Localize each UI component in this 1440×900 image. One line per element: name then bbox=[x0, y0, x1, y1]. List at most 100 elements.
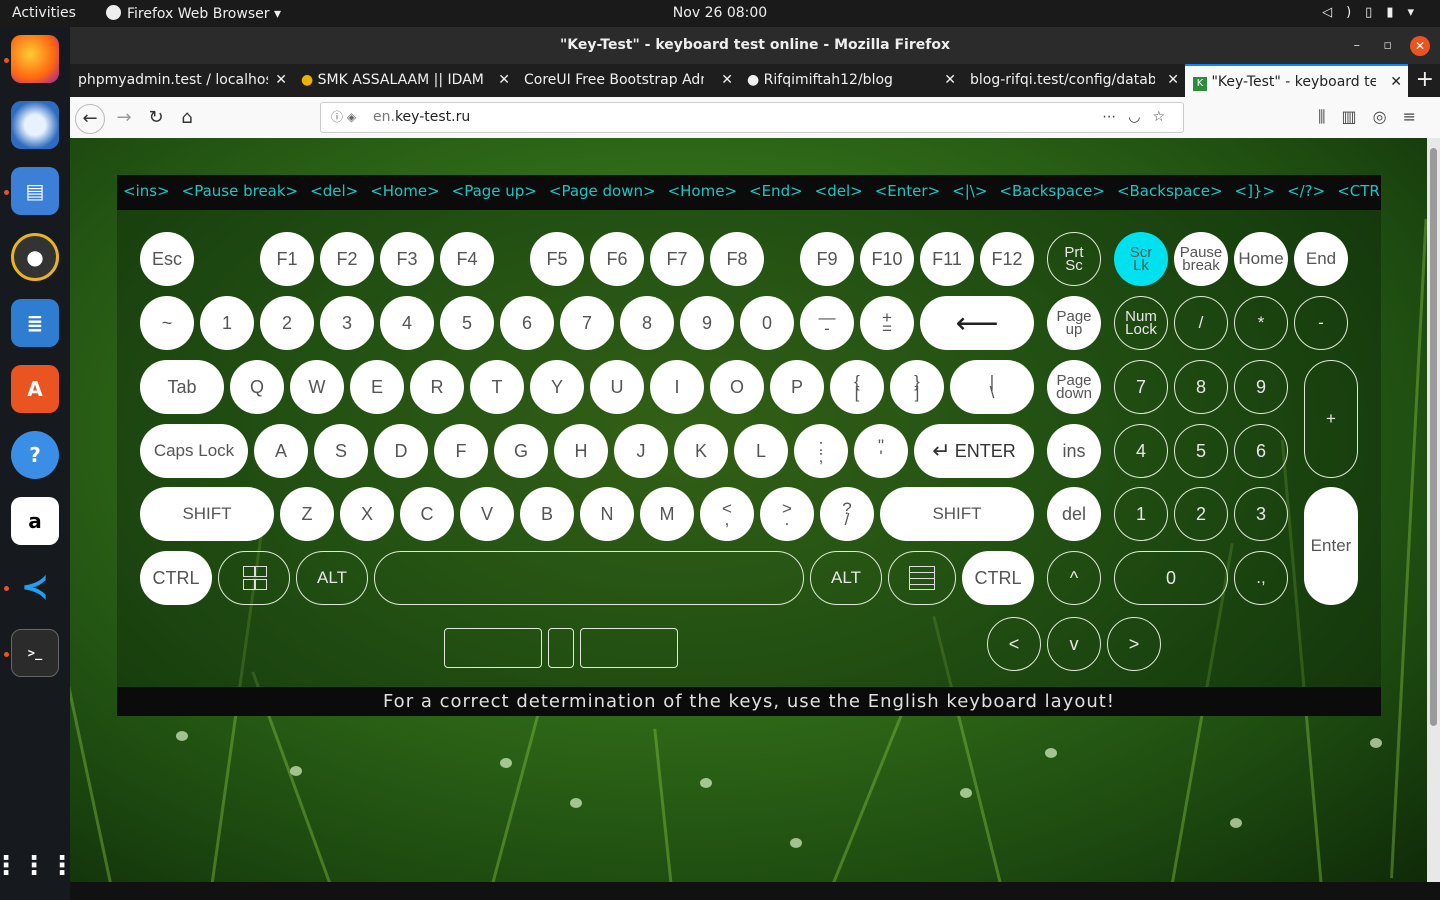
key-numpad-add[interactable]: + bbox=[1304, 360, 1358, 478]
key-g[interactable]: G bbox=[494, 424, 548, 478]
software-center-icon[interactable]: A bbox=[11, 365, 59, 413]
key-right-ctrl[interactable]: CTRL bbox=[962, 551, 1034, 605]
key-t[interactable]: T bbox=[470, 360, 524, 414]
tab-active[interactable]: K "Key-Test" - keyboard test ✕ bbox=[1185, 64, 1408, 97]
close-window-icon[interactable]: ✕ bbox=[1410, 36, 1430, 56]
key-i[interactable]: I bbox=[650, 360, 704, 414]
key-numlock[interactable]: Num Lock bbox=[1114, 296, 1168, 350]
key-pageup[interactable]: Page up bbox=[1047, 296, 1101, 350]
terminal-icon[interactable]: >_ bbox=[11, 629, 59, 677]
key-numpad-7[interactable]: 7 bbox=[1114, 360, 1168, 414]
key-numpad-3[interactable]: 3 bbox=[1234, 487, 1288, 541]
tab[interactable]: CoreUI Free Bootstrap Admin ✕ bbox=[516, 64, 739, 97]
key-menu[interactable] bbox=[888, 551, 956, 605]
key-f10[interactable]: F10 bbox=[860, 232, 914, 286]
key-pagedown[interactable]: Page down bbox=[1047, 360, 1101, 414]
system-tray[interactable]: ◁)▯▮▾ bbox=[1322, 5, 1428, 20]
key-f11[interactable]: F11 bbox=[920, 232, 974, 286]
files-icon[interactable]: ▤ bbox=[11, 167, 59, 215]
key-pause[interactable]: Pause break bbox=[1174, 232, 1228, 286]
key-comma[interactable]: <, bbox=[700, 487, 754, 541]
key-numpad-divide[interactable]: / bbox=[1174, 296, 1228, 350]
thunderbird-icon[interactable] bbox=[11, 101, 59, 149]
key-backslash[interactable]: | \ bbox=[950, 360, 1034, 414]
menu-icon[interactable]: ≡ bbox=[1403, 107, 1432, 126]
forward-icon[interactable]: → bbox=[110, 104, 138, 132]
new-tab-icon[interactable]: + bbox=[1416, 64, 1434, 95]
key-f2[interactable]: F2 bbox=[320, 232, 374, 286]
key-numpad-enter[interactable]: Enter bbox=[1304, 487, 1358, 605]
rhythmbox-icon[interactable]: ● bbox=[11, 233, 59, 281]
key-f7[interactable]: F7 bbox=[650, 232, 704, 286]
key-0[interactable]: 0 bbox=[740, 296, 794, 350]
key-numpad-4[interactable]: 4 bbox=[1114, 424, 1168, 478]
close-tab-icon[interactable]: ✕ bbox=[275, 64, 287, 97]
sidebar-icon[interactable]: ▥ bbox=[1342, 107, 1373, 126]
key-tab[interactable]: Tab bbox=[140, 360, 224, 414]
key-3[interactable]: 3 bbox=[320, 296, 374, 350]
library-icon[interactable]: ⫼ bbox=[1318, 107, 1341, 126]
key-6[interactable]: 6 bbox=[500, 296, 554, 350]
key-equals[interactable]: + = bbox=[860, 296, 914, 350]
key-semicolon[interactable]: :; bbox=[794, 424, 848, 478]
key-numpad-5[interactable]: 5 bbox=[1174, 424, 1228, 478]
key-c[interactable]: C bbox=[400, 487, 454, 541]
close-tab-icon[interactable]: ✕ bbox=[721, 64, 733, 97]
key-numpad-6[interactable]: 6 bbox=[1234, 424, 1288, 478]
key-f12[interactable]: F12 bbox=[980, 232, 1034, 286]
app-menu[interactable]: Firefox Web Browser ▾ bbox=[106, 5, 281, 22]
key-f4[interactable]: F4 bbox=[440, 232, 494, 286]
key-9[interactable]: 9 bbox=[680, 296, 734, 350]
key-x[interactable]: X bbox=[340, 487, 394, 541]
key-k[interactable]: K bbox=[674, 424, 728, 478]
account-icon[interactable]: ◎ bbox=[1373, 107, 1403, 126]
key-del[interactable]: del bbox=[1047, 487, 1101, 541]
key-arrow-left[interactable]: < bbox=[987, 617, 1041, 671]
key-esc[interactable]: Esc bbox=[140, 232, 194, 286]
home-icon[interactable]: ⌂ bbox=[173, 104, 201, 132]
tab[interactable]: phpmyadmin.test / localhost ✕ bbox=[70, 64, 293, 97]
key-capslock[interactable]: Caps Lock bbox=[140, 424, 248, 478]
key-z[interactable]: Z bbox=[280, 487, 334, 541]
amazon-icon[interactable]: a bbox=[11, 497, 59, 545]
key-right-alt[interactable]: ALT bbox=[810, 551, 882, 605]
key-1[interactable]: 1 bbox=[200, 296, 254, 350]
key-f[interactable]: F bbox=[434, 424, 488, 478]
key-q[interactable]: Q bbox=[230, 360, 284, 414]
key-p[interactable]: P bbox=[770, 360, 824, 414]
key-w[interactable]: W bbox=[290, 360, 344, 414]
key-numpad-subtract[interactable]: - bbox=[1294, 296, 1348, 350]
key-left-alt[interactable]: ALT bbox=[296, 551, 368, 605]
key-r[interactable]: R bbox=[410, 360, 464, 414]
show-apps-icon[interactable]: ⋮⋮⋮ bbox=[0, 842, 75, 890]
firefox-icon[interactable] bbox=[11, 35, 59, 83]
key-m[interactable]: M bbox=[640, 487, 694, 541]
key-ins[interactable]: ins bbox=[1047, 424, 1101, 478]
key-7[interactable]: 7 bbox=[560, 296, 614, 350]
key-a[interactable]: A bbox=[254, 424, 308, 478]
page-actions-icon[interactable]: ⋯ bbox=[1102, 109, 1128, 125]
key-left-ctrl[interactable]: CTRL bbox=[140, 551, 212, 605]
key-right-shift[interactable]: SHIFT bbox=[880, 487, 1034, 541]
back-icon[interactable]: ← bbox=[75, 104, 105, 134]
key-f9[interactable]: F9 bbox=[800, 232, 854, 286]
key-arrow-up[interactable]: ^ bbox=[1047, 551, 1101, 605]
key-left-bracket[interactable]: {[ bbox=[830, 360, 884, 414]
key-y[interactable]: Y bbox=[530, 360, 584, 414]
page-scrollbar[interactable] bbox=[1427, 138, 1440, 882]
key-5[interactable]: 5 bbox=[440, 296, 494, 350]
key-4[interactable]: 4 bbox=[380, 296, 434, 350]
key-enter[interactable]: ↵ ENTER bbox=[914, 424, 1034, 478]
key-arrow-right[interactable]: > bbox=[1107, 617, 1161, 671]
key-scrlk[interactable]: Scr Lk bbox=[1114, 232, 1168, 286]
key-numpad-8[interactable]: 8 bbox=[1174, 360, 1228, 414]
key-f8[interactable]: F8 bbox=[710, 232, 764, 286]
clock[interactable]: Nov 26 08:00 bbox=[673, 5, 767, 21]
key-l[interactable]: L bbox=[734, 424, 788, 478]
key-backspace[interactable]: ⟵ bbox=[920, 296, 1034, 350]
key-f3[interactable]: F3 bbox=[380, 232, 434, 286]
key-numpad-decimal[interactable]: ., bbox=[1234, 551, 1288, 605]
key-f1[interactable]: F1 bbox=[260, 232, 314, 286]
close-tab-icon[interactable]: ✕ bbox=[498, 64, 510, 97]
maximize-icon[interactable]: ▫ bbox=[1383, 27, 1392, 64]
